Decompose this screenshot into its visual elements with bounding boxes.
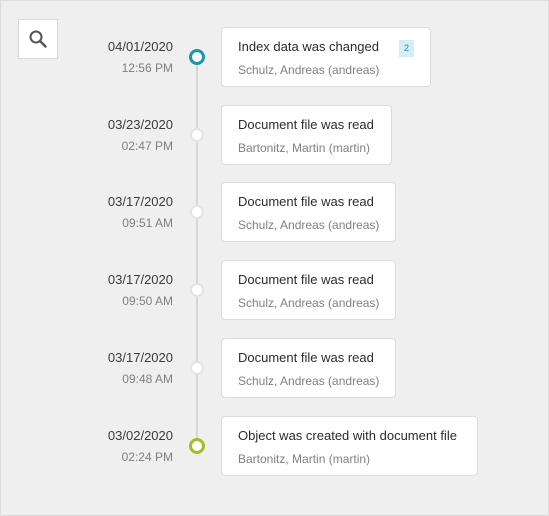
entry-date: 03/23/2020 [107, 117, 173, 132]
entry-card[interactable]: Object was created with document file Ba… [221, 416, 478, 476]
entry-date: 03/17/2020 [107, 272, 173, 287]
timeline-entry: 03/23/2020 02:47 PM Document file was re… [1, 105, 549, 167]
entry-time: 09:50 AM [122, 294, 173, 308]
entry-card[interactable]: Document file was read Schulz, Andreas (… [221, 338, 396, 398]
entry-title: Document file was read [238, 194, 374, 209]
timeline-dot-active [189, 49, 205, 65]
change-count-badge: 2 [398, 40, 414, 57]
entry-user: Schulz, Andreas (andreas) [238, 374, 380, 388]
entry-card[interactable]: Document file was read Bartonitz, Martin… [221, 105, 392, 165]
entry-date: 04/01/2020 [107, 39, 173, 54]
entry-time: 12:56 PM [121, 61, 173, 75]
entry-card[interactable]: Document file was read Schulz, Andreas (… [221, 260, 396, 320]
entry-date: 03/02/2020 [107, 428, 173, 443]
entry-date: 03/17/2020 [107, 194, 173, 209]
timeline-entry: 03/02/2020 02:24 PM Object was created w… [1, 416, 549, 478]
entry-title: Object was created with document file [238, 428, 457, 443]
timeline-entry: 04/01/2020 12:56 PM Index data was chang… [1, 27, 549, 89]
entry-title: Document file was read [238, 272, 374, 287]
entry-card[interactable]: Index data was changed Schulz, Andreas (… [221, 27, 431, 87]
entry-user: Bartonitz, Martin (martin) [238, 141, 371, 155]
entry-title: Document file was read [238, 117, 374, 132]
timeline-entry: 03/17/2020 09:51 AM Document file was re… [1, 182, 549, 244]
timeline-dot [190, 283, 204, 297]
timeline-dot-created [189, 438, 205, 454]
timeline-entry: 03/17/2020 09:48 AM Document file was re… [1, 338, 549, 400]
timeline-dot [190, 205, 204, 219]
timeline-entry: 03/17/2020 09:50 AM Document file was re… [1, 260, 549, 322]
entry-user: Schulz, Andreas (andreas) [238, 63, 380, 77]
entry-user: Bartonitz, Martin (martin) [238, 452, 371, 466]
entry-time: 09:48 AM [122, 372, 173, 386]
history-panel: 04/01/2020 12:56 PM Index data was chang… [0, 0, 549, 516]
entry-user: Schulz, Andreas (andreas) [238, 296, 380, 310]
entry-title: Document file was read [238, 350, 374, 365]
entry-card[interactable]: Document file was read Schulz, Andreas (… [221, 182, 396, 242]
timeline-dot [190, 361, 204, 375]
timeline-dot [190, 128, 204, 142]
entry-time: 02:24 PM [121, 450, 173, 464]
entry-time: 02:47 PM [121, 139, 173, 153]
entry-title: Index data was changed [238, 39, 379, 54]
entry-time: 09:51 AM [122, 216, 173, 230]
entry-date: 03/17/2020 [107, 350, 173, 365]
entry-user: Schulz, Andreas (andreas) [238, 218, 380, 232]
